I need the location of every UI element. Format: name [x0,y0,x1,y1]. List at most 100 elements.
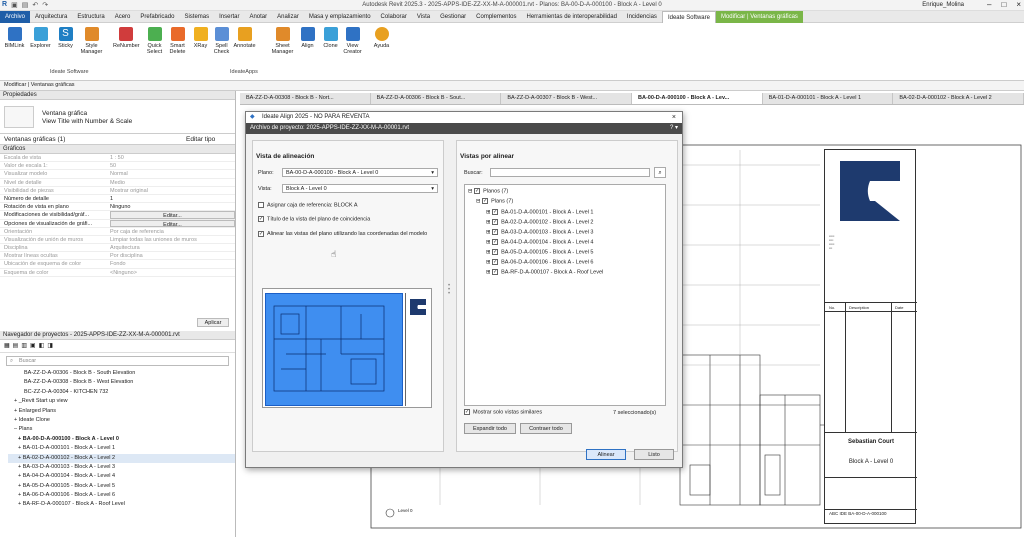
browser-tool-icon[interactable]: ◧ [39,342,45,349]
match-title-option[interactable]: ✓ Título de la vista del plano de coincid… [258,216,370,222]
property-row[interactable]: Nivel de detalle Medio [0,179,235,187]
checkbox-checked[interactable]: ✓ [464,409,470,415]
tab-modify-viewports[interactable]: Modificar | Ventanas gráficas [715,10,803,23]
sheet-manager-button[interactable]: Sheet Manager [270,27,295,55]
tab-precast[interactable]: Prefabricado [135,11,179,23]
sheet-dropdown[interactable]: BA-00-D-A-000100 - Block A - Level 0 ▾ [282,168,438,177]
property-row[interactable]: Visualización de unión de muros Limpiar t… [0,236,235,245]
checkbox-checked[interactable]: ✓ [492,269,499,275]
display-options-edit-button[interactable]: Editar... [110,219,235,228]
collapse-all-button[interactable]: Contraer todo [520,423,572,434]
tab-file[interactable]: Archivo [0,10,31,23]
tab-massing[interactable]: Masa y emplazamiento [304,11,376,23]
apply-button[interactable]: Aplicar [197,318,229,327]
browser-item[interactable]: BA-ZZ-D-A-00308 - Block B - West Elevati… [8,378,235,387]
checkbox-checked[interactable]: ✓ [492,259,499,265]
browser-item[interactable]: + Ideate Clone [8,416,235,425]
tree-item[interactable]: ⊞ ✓ BA-01-D-A-000101 - Block A - Level 1 [486,209,593,215]
tree-item[interactable]: ⊞ ✓ BA-02-D-A-000102 - Block A - Level 2 [486,219,593,225]
user-name[interactable]: Enrique_Molina [922,2,964,8]
tree-node-sheets[interactable]: ⊟ ✓ Planos (7) [468,188,508,194]
explorer-button[interactable]: Explorer [28,27,53,49]
checkbox-checked[interactable]: ✓ [482,198,489,204]
tree-item[interactable]: ⊞ ✓ BA-06-D-A-000106 - Block A - Level 6 [486,259,593,265]
property-row[interactable]: Escala de vista 1 : 50 [0,154,235,163]
browser-item[interactable]: + Enlarged Plans [8,407,235,416]
document-tab[interactable]: BA-ZZ-D-A-00308 - Block B - Nort... [240,93,371,104]
close-icon[interactable]: × [672,112,676,123]
browser-item[interactable]: + BA-00-D-A-000100 - Block A - Level 0 [8,435,235,444]
property-row[interactable]: Disciplina Arquitectura [0,244,235,253]
smart-delete-button[interactable]: Smart Delete [165,27,190,55]
done-button[interactable]: Listo [634,449,674,460]
tab-analyze[interactable]: Analizar [272,11,304,23]
browser-tool-icon[interactable]: ▣ [30,342,36,349]
edit-type-button[interactable]: Editar tipo [186,136,215,143]
browser-tool-icon[interactable]: ▤ [13,342,19,349]
tree-item[interactable]: ⊞ ✓ BA-05-D-A-000105 - Block A - Level 5 [486,249,593,255]
checkbox-checked[interactable]: ✓ [492,239,499,245]
model-coordinates-option[interactable]: ✓ Alinear las vistas del plano utilizando… [258,230,438,238]
tab-addins[interactable]: Complementos [471,11,521,23]
property-row[interactable]: Número de detalle 1 [0,195,235,204]
view-dropdown[interactable]: Block A - Level 0 ▾ [282,184,438,193]
browser-search-input[interactable]: ⌕ Buscar [6,356,229,366]
browser-item[interactable]: + BA-04-D-A-000104 - Block A - Level 4 [8,472,235,481]
views-search-input[interactable] [490,168,650,177]
expand-all-button[interactable]: Expandir todo [464,423,516,434]
browser-item[interactable]: + BA-05-D-A-000105 - Block A - Level 5 [8,482,235,491]
instance-selector[interactable]: Ventanas gráficas (1) [4,136,65,143]
browser-item[interactable]: BC-ZZ-D-A-00304 - KITCHEN 732 [8,388,235,397]
type-selector[interactable]: Ventana gráfica View Title with Number &… [0,100,235,134]
minimize-icon[interactable]: – [987,0,991,9]
browser-item[interactable]: – Plans [8,425,235,434]
property-row[interactable]: Modificaciones de visibilidad/gráf... Edi… [0,211,235,220]
bimlink-button[interactable]: BIMLink [2,27,27,49]
tab-steel[interactable]: Acero [110,11,136,23]
tree-item[interactable]: ⊞ ✓ BA-03-D-A-000103 - Block A - Level 3 [486,229,593,235]
browser-item[interactable]: + BA-01-D-A-000101 - Block A - Level 1 [8,444,235,453]
property-row[interactable]: Visualizar modelo Normal [0,170,235,179]
browser-tool-icon[interactable]: ▦ [4,342,10,349]
document-tab[interactable]: BA-02-D-A-000102 - Block A - Level 2 [893,93,1024,104]
graphics-section[interactable]: Gráficos [0,145,235,154]
tab-structure[interactable]: Estructura [72,11,109,23]
property-row[interactable]: Valor de escala 1: 50 [0,162,235,171]
tree-node-plans[interactable]: ⊟ ✓ Plans (7) [476,198,513,204]
spell-check-button[interactable]: Spell Check [209,27,234,55]
checkbox-unchecked[interactable] [258,202,264,208]
browser-item[interactable]: + BA-06-D-A-000106 - Block A - Level 6 [8,491,235,500]
tab-insert[interactable]: Insertar [214,11,244,23]
tab-issues[interactable]: Incidencias [622,11,662,23]
maximize-icon[interactable]: □ [1001,0,1006,9]
document-tab[interactable]: BA-ZZ-D-A-00307 - Block B - West... [501,93,633,104]
tab-manage[interactable]: Gestionar [435,11,471,23]
view-creator-button[interactable]: View Creator [340,27,365,55]
renumber-button[interactable]: ReNumber [113,27,140,49]
tab-ideate-software[interactable]: Ideate Software [661,10,716,23]
document-tab-active[interactable]: BA-00-D-A-000100 - Block A - Lev... [632,93,763,104]
checkbox-checked[interactable]: ✓ [474,188,481,194]
tab-annotate[interactable]: Anotar [244,11,272,23]
document-tab[interactable]: BA-ZZ-D-A-00306 - Block B - Sout... [371,93,502,104]
property-row[interactable]: Ubicación de esquema de color Fondo [0,260,235,269]
property-row[interactable]: Visibilidad de piezas Mostrar original [0,187,235,195]
visibility-edit-button[interactable]: Editar... [110,211,235,219]
checkbox-checked[interactable]: ✓ [492,249,499,255]
document-tab[interactable]: BA-01-D-A-000101 - Block A - Level 1 [763,93,894,104]
browser-tool-icon[interactable]: ▥ [21,342,27,349]
tree-item[interactable]: ⊞ ✓ BA-04-D-A-000104 - Block A - Level 4 [486,239,593,245]
close-icon[interactable]: × [1016,0,1021,9]
tab-collaborate[interactable]: Colaborar [376,11,412,23]
checkbox-checked[interactable]: ✓ [258,216,264,222]
property-row[interactable]: Opciones de visualización de gráfi... Edi… [0,219,235,228]
similar-views-option[interactable]: ✓ Mostrar solo vistas similares [464,409,542,415]
browser-item[interactable]: + BA-03-D-A-000103 - Block A - Level 3 [8,463,235,472]
binoculars-icon[interactable]: ⌕ [654,167,666,178]
align-button[interactable]: Align [295,27,320,49]
tab-interoperability[interactable]: Herramientas de interoperabilidad [522,11,622,23]
align-submit-button[interactable]: Alinear [586,449,626,460]
browser-item[interactable]: + _Revit Start up view [8,397,235,406]
property-row[interactable]: Mostrar líneas ocultas Por disciplina [0,252,235,261]
quick-select-button[interactable]: Quick Select [142,27,167,55]
